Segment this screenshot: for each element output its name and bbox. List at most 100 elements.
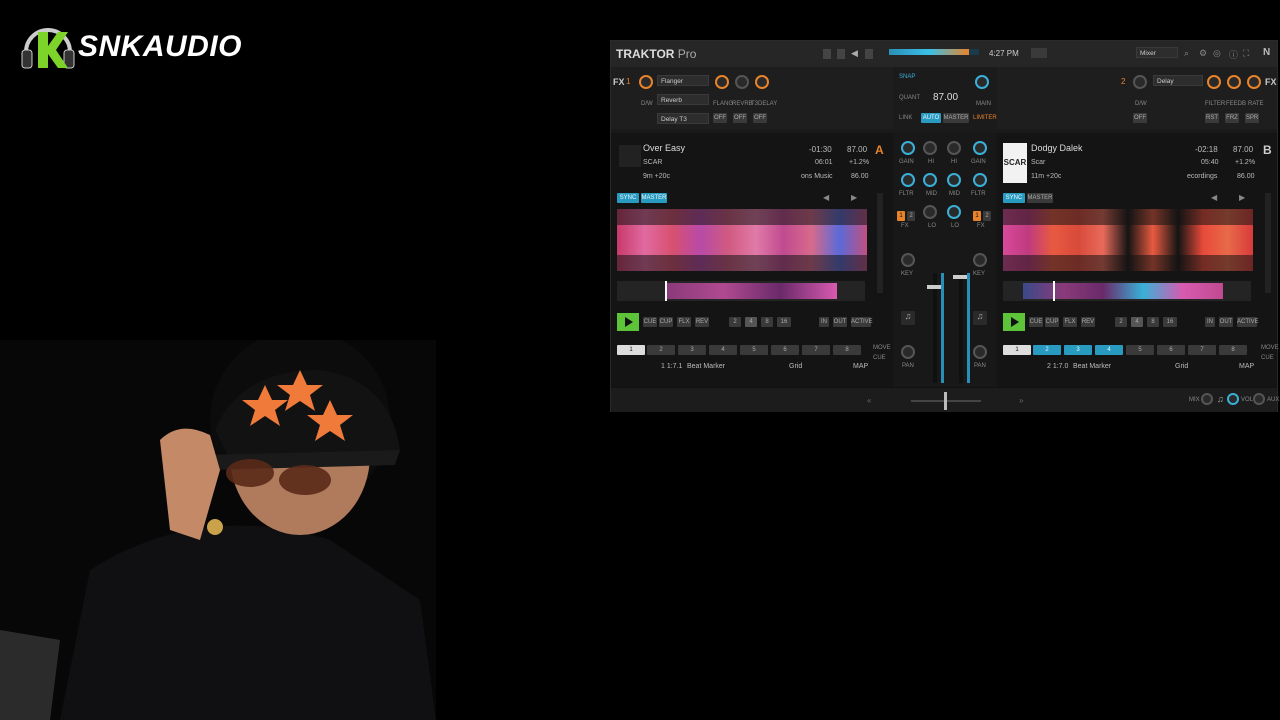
deck-b-hotcue[interactable]: 4 xyxy=(1095,345,1123,355)
fx1-slot3-select[interactable]: Delay T3 xyxy=(657,113,709,124)
fx1-delay-knob[interactable] xyxy=(755,75,769,89)
deck-a-cue-button[interactable]: CUE xyxy=(643,317,657,327)
mixer-a-fx2-button[interactable]: 2 xyxy=(907,211,915,221)
mixer-b-fx1-button[interactable]: 1 xyxy=(973,211,981,221)
deck-a-loop-in[interactable]: IN xyxy=(819,317,829,327)
footer-headphone-icon[interactable]: ♫ xyxy=(1217,394,1224,404)
mixer-a-filter-knob[interactable] xyxy=(901,173,915,187)
deck-b-loop-out[interactable]: OUT xyxy=(1219,317,1233,327)
auto-button[interactable]: AUTO xyxy=(921,113,941,123)
main-volume-knob[interactable] xyxy=(975,75,989,89)
deck-b-loop-16[interactable]: 16 xyxy=(1163,317,1177,327)
fx1-dw-knob[interactable] xyxy=(639,75,653,89)
deck-a-flux-button[interactable]: FLX xyxy=(677,317,691,327)
search-icon[interactable]: ⌕ xyxy=(1184,48,1189,59)
info-icon[interactable]: ⓘ xyxy=(1229,48,1238,61)
mixer-a-headphone-icon[interactable]: ♫ xyxy=(901,311,915,325)
mixer-a-hi-knob[interactable] xyxy=(923,141,937,155)
mixer-b-hi-knob[interactable] xyxy=(947,141,961,155)
deck-a-loop-2[interactable]: 2 xyxy=(729,317,741,327)
master-clock-button[interactable]: MASTER xyxy=(943,113,969,123)
deck-a-reverse-button[interactable]: REV xyxy=(695,317,709,327)
footer-aux-knob[interactable] xyxy=(1253,393,1265,405)
deck-b-loop-4[interactable]: 4 xyxy=(1131,317,1143,327)
mixer-b-mid-knob[interactable] xyxy=(947,173,961,187)
deck-a-prev-icon[interactable]: ◀ xyxy=(823,193,829,202)
mixer-a-lo-knob[interactable] xyxy=(923,205,937,219)
fx2-b1-button[interactable]: RST xyxy=(1205,113,1219,123)
deck-b-master-button[interactable]: MASTER xyxy=(1027,193,1053,203)
mixer-b-channel-fader[interactable] xyxy=(953,273,969,383)
link-button[interactable]: LINK xyxy=(899,115,912,121)
deck-a-next-icon[interactable]: ▶ xyxy=(851,193,857,202)
mixer-a-gain-knob[interactable] xyxy=(901,141,915,155)
record-icon[interactable] xyxy=(823,49,831,59)
deck-b-grid-select[interactable]: Grid xyxy=(1175,363,1188,370)
deck-b-hotcue[interactable]: 8 xyxy=(1219,345,1247,355)
mixer-b-pan-knob[interactable] xyxy=(973,345,987,359)
deck-b-loop-active[interactable]: ACTIVE xyxy=(1237,317,1259,327)
snapshot-icon[interactable]: ◎ xyxy=(1213,48,1221,59)
mixer-a-mid-knob[interactable] xyxy=(923,173,937,187)
fx1-flang-knob[interactable] xyxy=(715,75,729,89)
deck-a-map-button[interactable]: MAP xyxy=(853,363,868,370)
fx2-b2-button[interactable]: FRZ xyxy=(1225,113,1239,123)
deck-a-hotcue[interactable]: 1 xyxy=(617,345,645,355)
deck-b-hotcue[interactable]: 2 xyxy=(1033,345,1061,355)
deck-b-hotcue[interactable]: 7 xyxy=(1188,345,1216,355)
footer-volume-knob[interactable] xyxy=(1227,393,1239,405)
deck-a-hotcue[interactable]: 7 xyxy=(802,345,830,355)
gear-icon[interactable]: ⚙ xyxy=(1199,48,1207,59)
deck-b-hotcue[interactable]: 1 xyxy=(1003,345,1031,355)
crossfader-left-icon[interactable]: « xyxy=(867,396,871,405)
mixer-b-key-knob[interactable] xyxy=(973,253,987,267)
fx1-slot1-select[interactable]: Flanger xyxy=(657,75,709,86)
deck-a-hotcue[interactable]: 2 xyxy=(647,345,675,355)
fx1-slot2-select[interactable]: Reverb xyxy=(657,94,709,105)
deck-a-tempo-fader[interactable] xyxy=(877,193,883,293)
snap-label[interactable]: SNAP xyxy=(899,74,915,80)
mixer-a-channel-fader[interactable] xyxy=(927,273,943,383)
deck-b-loop-8[interactable]: 8 xyxy=(1147,317,1159,327)
deck-a-loop-16[interactable]: 16 xyxy=(777,317,791,327)
deck-b-map-button[interactable]: MAP xyxy=(1239,363,1254,370)
crossfader-right-icon[interactable]: » xyxy=(1019,396,1023,405)
quant-label[interactable]: QUANT xyxy=(899,95,920,101)
deck-a-hotcue[interactable]: 8 xyxy=(833,345,861,355)
deck-a-hotcue[interactable]: 6 xyxy=(771,345,799,355)
fx2-dw-knob[interactable] xyxy=(1133,75,1147,89)
midi-icon[interactable] xyxy=(837,49,845,59)
deck-b-play-button[interactable] xyxy=(1003,313,1025,331)
deck-a-loop-active[interactable]: ACTIVE xyxy=(851,317,873,327)
deck-a-loop-8[interactable]: 8 xyxy=(761,317,773,327)
deck-a-master-button[interactable]: MASTER xyxy=(641,193,667,203)
deck-a-sync-button[interactable]: SYNC xyxy=(617,193,639,203)
mixer-b-headphone-icon[interactable]: ♫ xyxy=(973,311,987,325)
deck-b-reverse-button[interactable]: REV xyxy=(1081,317,1095,327)
fullscreen-icon[interactable]: ⛶ xyxy=(1243,48,1249,59)
fx2-rate-knob[interactable] xyxy=(1247,75,1261,89)
layout-select[interactable]: Mixer xyxy=(1136,47,1178,58)
master-bpm[interactable]: 87.00 xyxy=(933,92,958,103)
mixer-a-pan-knob[interactable] xyxy=(901,345,915,359)
mixer-a-fx1-button[interactable]: 1 xyxy=(897,211,905,221)
crossfader[interactable] xyxy=(911,392,981,410)
fx2-b3-button[interactable]: SPR xyxy=(1245,113,1259,123)
deck-b-hotcue[interactable]: 5 xyxy=(1126,345,1154,355)
fx1-reverb-knob[interactable] xyxy=(735,75,749,89)
deck-b-cup-button[interactable]: CUP xyxy=(1045,317,1059,327)
fx1-b2-button[interactable]: OFF xyxy=(733,113,747,123)
deck-b-next-icon[interactable]: ▶ xyxy=(1239,193,1245,202)
deck-a-cup-button[interactable]: CUP xyxy=(659,317,673,327)
deck-b-hotcue[interactable]: 6 xyxy=(1157,345,1185,355)
deck-a-hotcue[interactable]: 5 xyxy=(740,345,768,355)
mixer-b-filter-knob[interactable] xyxy=(973,173,987,187)
footer-mix-knob[interactable] xyxy=(1201,393,1213,405)
fx2-filter-knob[interactable] xyxy=(1207,75,1221,89)
mixer-b-lo-knob[interactable] xyxy=(947,205,961,219)
deck-b-waveform[interactable] xyxy=(1003,209,1253,271)
fx1-b1-button[interactable]: OFF xyxy=(713,113,727,123)
deck-a-stripe[interactable] xyxy=(617,281,865,301)
deck-b-stripe[interactable] xyxy=(1003,281,1251,301)
speaker-icon[interactable]: ◀ xyxy=(851,48,861,58)
